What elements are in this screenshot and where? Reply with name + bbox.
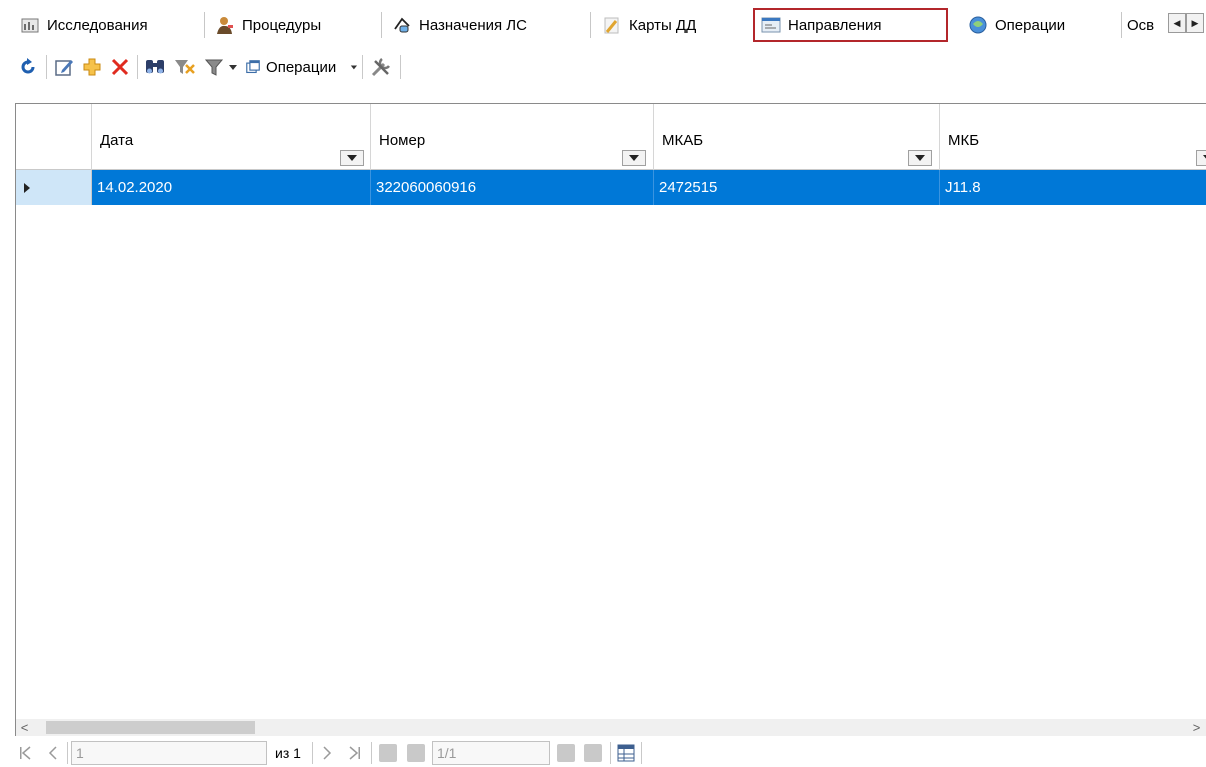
tab-strip: Исследования Процедуры Назначения ЛС Кар… (0, 0, 1206, 46)
record-position-input[interactable]: 1 (71, 741, 267, 765)
tab-label: Осв (1127, 16, 1155, 34)
procedure-icon (215, 15, 235, 35)
tab-scroll-left-icon[interactable]: ◀ (1168, 13, 1186, 33)
first-record-icon[interactable] (15, 742, 35, 764)
tab-procedures[interactable]: Процедуры (209, 10, 379, 40)
tools-icon (371, 58, 390, 77)
column-header-number[interactable]: Номер (371, 104, 654, 170)
add-icon (83, 58, 101, 76)
nav-action-icon[interactable] (555, 742, 577, 764)
horizontal-scrollbar[interactable]: < > (15, 719, 1206, 736)
add-button[interactable] (80, 54, 104, 80)
nav-action-icon[interactable] (582, 742, 604, 764)
tab-label: Назначения ЛС (419, 16, 527, 34)
edit-icon (55, 60, 73, 76)
column-filter-icon[interactable] (908, 150, 932, 166)
scrollbar-thumb[interactable] (46, 721, 255, 734)
delete-icon (111, 58, 129, 76)
referrals-grid: Дата Номер МКАБ МКБ 14.02.2020 322060060… (15, 103, 1206, 719)
clear-filter-icon (175, 60, 195, 74)
cell-date[interactable]: 14.02.2020 (92, 170, 371, 205)
column-header-date[interactable]: Дата (92, 104, 371, 170)
tab-scroll: ◀ ▶ (1168, 13, 1204, 33)
row-header[interactable] (16, 170, 92, 205)
operation-icon (968, 15, 988, 35)
operations-label: Операции (266, 58, 337, 76)
prev-record-icon[interactable] (43, 742, 63, 764)
cell-mkb[interactable]: J11.8 (940, 170, 1206, 205)
record-navigator: 1 из 1 1/1 (15, 736, 1206, 767)
find-button[interactable] (142, 54, 168, 80)
column-filter-icon[interactable] (1196, 150, 1206, 166)
chevron-down-icon (229, 65, 237, 70)
tab-label: Исследования (47, 16, 148, 34)
filter-button[interactable] (203, 54, 239, 80)
grid-header: Дата Номер МКАБ МКБ (16, 104, 1206, 170)
grid-settings-icon[interactable] (615, 742, 637, 764)
delete-button[interactable] (108, 54, 132, 80)
referral-icon (761, 15, 781, 35)
find-icon (146, 60, 164, 74)
card-icon (602, 15, 622, 35)
tab-research[interactable]: Исследования (14, 10, 202, 40)
row-header-corner (16, 104, 92, 170)
record-indicator: 1/1 (432, 741, 550, 765)
nav-action-icon[interactable] (377, 742, 399, 764)
tab-referrals[interactable]: Направления (753, 8, 948, 42)
cell-mkab[interactable]: 2472515 (654, 170, 940, 205)
tab-operations[interactable]: Операции (962, 10, 1122, 40)
cell-number[interactable]: 322060060916 (371, 170, 654, 205)
column-header-mkab[interactable]: МКАБ (654, 104, 940, 170)
last-record-icon[interactable] (345, 742, 365, 764)
nav-action-icon[interactable] (405, 742, 427, 764)
column-header-mkb[interactable]: МКБ (940, 104, 1206, 170)
scroll-left-icon[interactable]: < (16, 719, 33, 736)
refresh-button[interactable] (16, 54, 40, 80)
operations-icon (246, 60, 260, 74)
clear-filter-button[interactable] (172, 54, 198, 80)
table-row[interactable]: 14.02.2020 322060060916 2472515 J11.8 (16, 170, 1206, 205)
next-record-icon[interactable] (317, 742, 337, 764)
tab-label: Процедуры (242, 16, 322, 34)
current-row-icon (24, 183, 30, 193)
record-count-label: из 1 (275, 745, 301, 761)
filter-icon (204, 59, 224, 76)
tab-label: Операции (995, 16, 1066, 34)
tab-prescriptions[interactable]: Назначения ЛС (386, 10, 588, 40)
scroll-right-icon[interactable]: > (1188, 719, 1205, 736)
column-filter-icon[interactable] (622, 150, 646, 166)
research-icon (20, 15, 40, 35)
chevron-down-icon (350, 65, 358, 70)
operations-dropdown[interactable]: Операции (246, 54, 358, 80)
tab-scroll-right-icon[interactable]: ▶ (1186, 13, 1204, 33)
column-filter-icon[interactable] (340, 150, 364, 166)
tab-label: Карты ДД (629, 16, 697, 34)
edit-button[interactable] (52, 54, 76, 80)
tools-button[interactable] (368, 54, 394, 80)
prescription-icon (392, 15, 412, 35)
tab-label: Направления (788, 16, 882, 34)
refresh-icon (21, 58, 35, 74)
tab-dd-cards[interactable]: Карты ДД (596, 10, 748, 40)
toolbar: Операции (0, 46, 1206, 88)
tab-overflow[interactable]: Осв (1124, 10, 1168, 40)
